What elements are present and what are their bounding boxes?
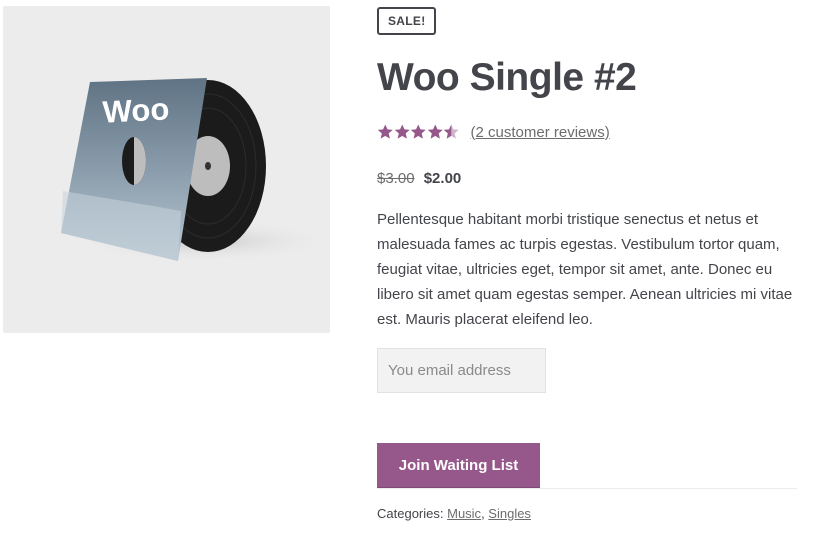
vinyl-record-image: Woo bbox=[61, 78, 330, 263]
regular-price: $3.00 bbox=[377, 170, 415, 187]
woo-logo-text: Woo bbox=[102, 91, 170, 129]
star-rating bbox=[377, 124, 460, 140]
star-icon bbox=[427, 124, 443, 139]
customer-reviews-link[interactable]: (2 customer reviews) bbox=[471, 124, 610, 141]
category-link-singles[interactable]: Singles bbox=[488, 506, 531, 521]
product-description: Pellentesque habitant morbi tristique se… bbox=[377, 211, 793, 328]
divider bbox=[377, 488, 797, 489]
email-field[interactable] bbox=[377, 348, 546, 393]
sale-price: $2.00 bbox=[423, 170, 462, 187]
product-categories: Categories: Music, Singles bbox=[377, 506, 531, 521]
category-link-music[interactable]: Music bbox=[447, 506, 481, 521]
star-icon bbox=[443, 124, 459, 139]
price: $3.00 $2.00 bbox=[377, 170, 461, 187]
categories-label: Categories: bbox=[377, 506, 444, 521]
product-title: Woo Single #2 bbox=[377, 56, 637, 99]
sale-badge: SALE! bbox=[377, 7, 436, 35]
product-image[interactable]: Woo bbox=[3, 6, 330, 333]
star-icon bbox=[377, 124, 393, 139]
join-waiting-list-button[interactable]: Join Waiting List bbox=[377, 443, 540, 488]
star-icon bbox=[394, 124, 410, 139]
star-icon bbox=[410, 124, 426, 139]
rating-row: (2 customer reviews) bbox=[377, 121, 610, 143]
